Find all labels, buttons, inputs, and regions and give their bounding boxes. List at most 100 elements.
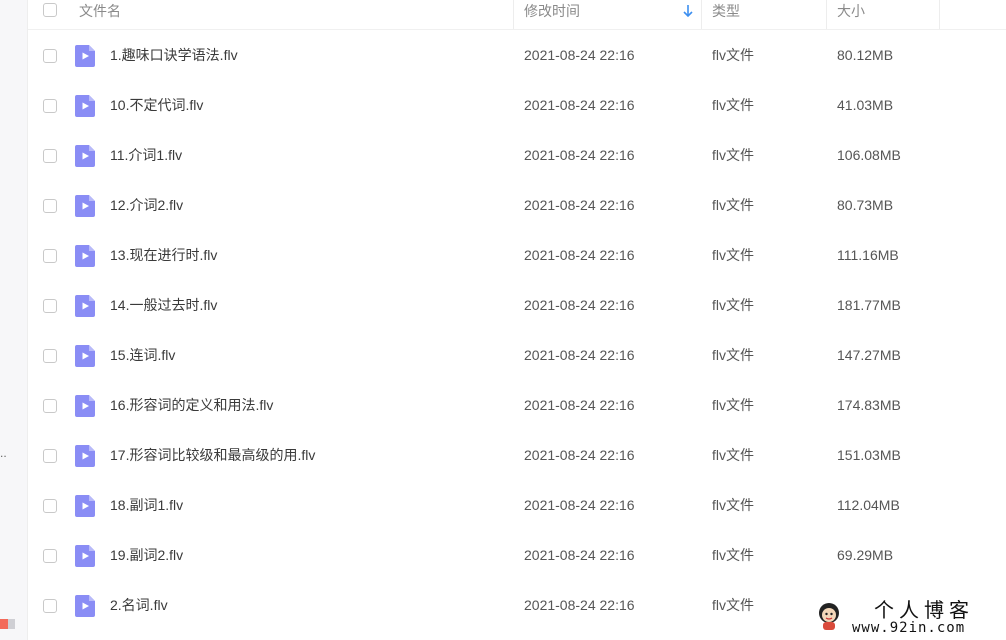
table-row[interactable]: 11.介词1.flv 2021-08-24 22:16 flv文件 106.08MB: [28, 130, 1006, 180]
header-filename[interactable]: 文件名: [79, 0, 121, 29]
file-modified-time: 2021-08-24 22:16: [524, 547, 635, 563]
file-modified-time: 2021-08-24 22:16: [524, 47, 635, 63]
file-name[interactable]: 15.连词.flv: [110, 346, 175, 364]
sidebar-red-marker: [0, 619, 8, 629]
avatar-icon: [819, 603, 839, 630]
file-modified-time: 2021-08-24 22:16: [524, 397, 635, 413]
header-divider: [939, 0, 940, 29]
table-row[interactable]: 18.副词1.flv 2021-08-24 22:16 flv文件 112.04MB: [28, 480, 1006, 530]
header-modified[interactable]: 修改时间: [524, 0, 580, 29]
select-all-checkbox[interactable]: [43, 3, 57, 17]
video-file-icon: [75, 245, 95, 267]
file-type: flv文件: [712, 547, 754, 563]
video-file-icon: [75, 595, 95, 617]
video-file-icon: [75, 445, 95, 467]
table-row[interactable]: 17.形容词比较级和最高级的用.flv 2021-08-24 22:16 flv文件…: [28, 430, 1006, 480]
sidebar-gray-marker: [8, 619, 15, 629]
file-type: flv文件: [712, 397, 754, 413]
sidebar-strip: ..: [0, 0, 28, 640]
file-name[interactable]: 12.介词2.flv: [110, 196, 183, 214]
file-type: flv文件: [712, 247, 754, 263]
row-checkbox[interactable]: [43, 549, 57, 563]
file-table: 文件名 修改时间 类型 大小 1.趣味口诀学语法.flv 2021-08-24 2…: [28, 0, 1006, 630]
file-list: 1.趣味口诀学语法.flv 2021-08-24 22:16 flv文件 80.12M…: [28, 30, 1006, 630]
video-file-icon: [75, 45, 95, 67]
video-file-icon: [75, 395, 95, 417]
sort-descending-icon[interactable]: [682, 4, 694, 18]
file-size: 147.27MB: [837, 347, 901, 363]
file-type: flv文件: [712, 597, 754, 613]
file-type: flv文件: [712, 497, 754, 513]
file-modified-time: 2021-08-24 22:16: [524, 497, 635, 513]
file-size: 69.29MB: [837, 547, 894, 563]
file-name[interactable]: 18.副词1.flv: [110, 496, 183, 514]
file-name[interactable]: 13.现在进行时.flv: [110, 246, 217, 264]
file-name[interactable]: 16.形容词的定义和用法.flv: [110, 396, 273, 414]
file-type: flv文件: [712, 147, 754, 163]
file-name[interactable]: 14.一般过去时.flv: [110, 296, 217, 314]
row-checkbox[interactable]: [43, 149, 57, 163]
video-file-icon: [75, 145, 95, 167]
file-name[interactable]: 2.名词.flv: [110, 596, 168, 614]
video-file-icon: [75, 195, 95, 217]
video-file-icon: [75, 295, 95, 317]
file-type: flv文件: [712, 197, 754, 213]
header-size[interactable]: 大小: [837, 0, 865, 29]
file-name[interactable]: 17.形容词比较级和最高级的用.flv: [110, 446, 315, 464]
row-checkbox[interactable]: [43, 99, 57, 113]
file-modified-time: 2021-08-24 22:16: [524, 297, 635, 313]
table-row[interactable]: 14.一般过去时.flv 2021-08-24 22:16 flv文件 181.77M…: [28, 280, 1006, 330]
file-size: 181.77MB: [837, 297, 901, 313]
row-checkbox[interactable]: [43, 499, 57, 513]
watermark-url: www.92in.com: [852, 620, 966, 636]
sidebar-ellipsis: ..: [0, 446, 7, 460]
row-checkbox[interactable]: [43, 399, 57, 413]
file-type: flv文件: [712, 347, 754, 363]
row-checkbox[interactable]: [43, 249, 57, 263]
file-size: 106.08MB: [837, 147, 901, 163]
file-modified-time: 2021-08-24 22:16: [524, 197, 635, 213]
file-size: 80.73MB: [837, 197, 894, 213]
row-checkbox[interactable]: [43, 199, 57, 213]
table-row[interactable]: 15.连词.flv 2021-08-24 22:16 flv文件 147.27MB: [28, 330, 1006, 380]
video-file-icon: [75, 495, 95, 517]
file-size: 111.16MB: [837, 247, 899, 263]
table-row[interactable]: 16.形容词的定义和用法.flv 2021-08-24 22:16 flv文件 174…: [28, 380, 1006, 430]
header-type[interactable]: 类型: [712, 0, 740, 29]
file-modified-time: 2021-08-24 22:16: [524, 347, 635, 363]
row-checkbox[interactable]: [43, 449, 57, 463]
file-size: 151.03MB: [837, 447, 901, 463]
site-watermark: 个人博客 www.92in.com: [812, 597, 1006, 640]
file-name[interactable]: 10.不定代词.flv: [110, 96, 203, 114]
video-file-icon: [75, 545, 95, 567]
file-size: 112.04MB: [837, 497, 900, 513]
file-modified-time: 2021-08-24 22:16: [524, 97, 635, 113]
file-name[interactable]: 1.趣味口诀学语法.flv: [110, 46, 238, 64]
table-row[interactable]: 12.介词2.flv 2021-08-24 22:16 flv文件 80.73MB: [28, 180, 1006, 230]
file-type: flv文件: [712, 47, 754, 63]
row-checkbox[interactable]: [43, 349, 57, 363]
file-name[interactable]: 11.介词1.flv: [110, 146, 182, 164]
table-row[interactable]: 19.副词2.flv 2021-08-24 22:16 flv文件 69.29MB: [28, 530, 1006, 580]
file-modified-time: 2021-08-24 22:16: [524, 447, 635, 463]
file-type: flv文件: [712, 447, 754, 463]
table-row[interactable]: 1.趣味口诀学语法.flv 2021-08-24 22:16 flv文件 80.12M…: [28, 30, 1006, 80]
header-divider: [826, 0, 827, 29]
file-type: flv文件: [712, 97, 754, 113]
table-row[interactable]: 10.不定代词.flv 2021-08-24 22:16 flv文件 41.03MB: [28, 80, 1006, 130]
file-type: flv文件: [712, 297, 754, 313]
row-checkbox[interactable]: [43, 599, 57, 613]
file-name[interactable]: 19.副词2.flv: [110, 546, 183, 564]
table-header: 文件名 修改时间 类型 大小: [28, 0, 1006, 30]
video-file-icon: [75, 345, 95, 367]
file-size: 174.83MB: [837, 397, 901, 413]
file-size: 80.12MB: [837, 47, 894, 63]
header-divider: [701, 0, 702, 29]
header-divider: [513, 0, 514, 29]
file-modified-time: 2021-08-24 22:16: [524, 597, 635, 613]
table-row[interactable]: 13.现在进行时.flv 2021-08-24 22:16 flv文件 111.16M…: [28, 230, 1006, 280]
file-modified-time: 2021-08-24 22:16: [524, 147, 635, 163]
row-checkbox[interactable]: [43, 49, 57, 63]
row-checkbox[interactable]: [43, 299, 57, 313]
video-file-icon: [75, 95, 95, 117]
